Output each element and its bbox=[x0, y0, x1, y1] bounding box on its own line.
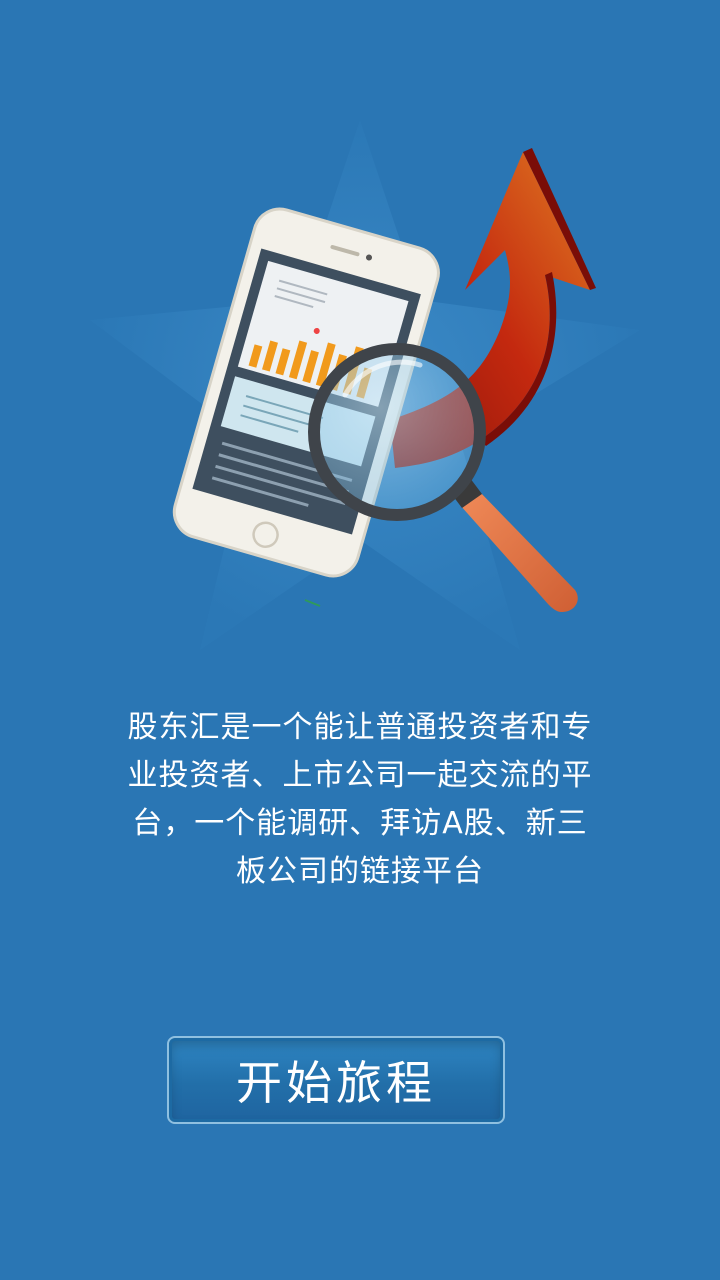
description-line: 业投资者、上市公司一起交流的平 bbox=[127, 758, 593, 793]
description-line: 股东汇是一个能让普通投资者和专 bbox=[127, 710, 593, 745]
welcome-screen: 股东汇是一个能让普通投资者和专 业投资者、上市公司一起交流的平 台，一个能调研、… bbox=[0, 0, 720, 1280]
description-line: 台，一个能调研、拜访A股、新三 bbox=[132, 806, 588, 841]
intro-description: 股东汇是一个能让普通投资者和专 业投资者、上市公司一起交流的平 台，一个能调研、… bbox=[110, 704, 610, 896]
start-journey-button[interactable]: 开始旅程 bbox=[167, 1036, 505, 1124]
hero-illustration bbox=[172, 148, 596, 612]
description-line: 板公司的链接平台 bbox=[236, 854, 484, 889]
decor-dash bbox=[304, 599, 321, 607]
